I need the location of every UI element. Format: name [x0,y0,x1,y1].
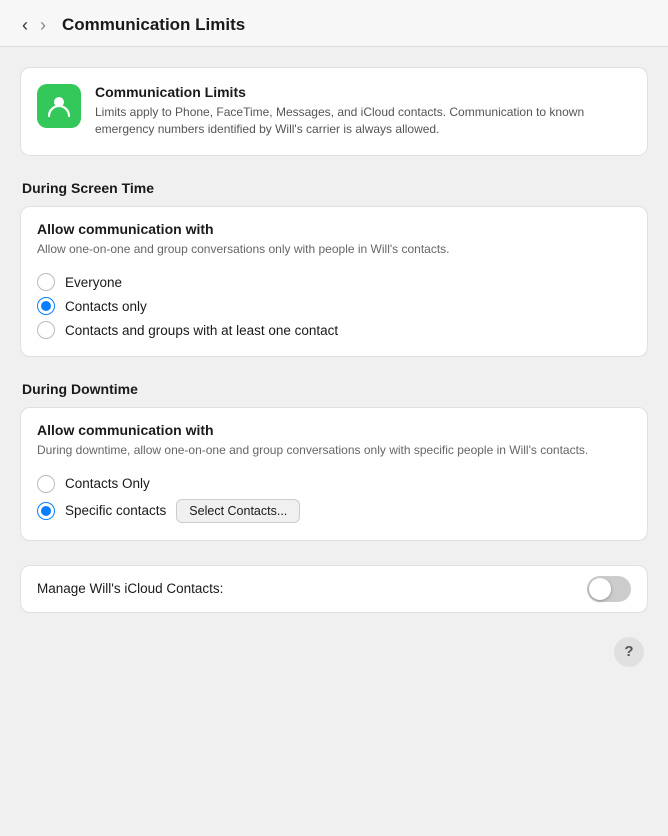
screen-time-panel-desc: Allow one-on-one and group conversations… [37,241,631,258]
header: ‹ › Communication Limits [0,0,668,47]
screen-time-radio-contacts-groups-input[interactable] [37,321,55,339]
back-button[interactable]: ‹ [16,14,34,36]
downtime-section-label: During Downtime [20,381,648,397]
select-contacts-button[interactable]: Select Contacts... [176,499,300,523]
downtime-radio-specific-contacts-label: Specific contacts [65,503,166,518]
app-card-title: Communication Limits [95,84,631,100]
manage-icloud-row: Manage Will's iCloud Contacts: [20,565,648,613]
app-icon [37,84,81,128]
app-card-description: Limits apply to Phone, FaceTime, Message… [95,104,631,139]
downtime-radio-specific-contacts-row: Specific contacts Select Contacts... [37,496,631,526]
help-button[interactable]: ? [614,637,644,667]
help-row: ? [20,637,648,667]
app-info: Communication Limits Limits apply to Pho… [95,84,631,139]
downtime-radio-contacts-only-label: Contacts Only [65,476,150,491]
downtime-radio-specific-contacts-input[interactable] [37,502,55,520]
screen-time-panel: Allow communication with Allow one-on-on… [20,206,648,357]
downtime-panel-title: Allow communication with [37,422,631,438]
screen-time-radio-contacts-groups[interactable]: Contacts and groups with at least one co… [37,318,631,342]
screen-time-radio-contacts-only-label: Contacts only [65,299,147,314]
screen-time-radio-contacts-only[interactable]: Contacts only [37,294,631,318]
manage-icloud-label: Manage Will's iCloud Contacts: [37,581,223,596]
screen-time-radio-everyone-input[interactable] [37,273,55,291]
forward-button[interactable]: › [34,14,52,36]
content-area: Communication Limits Limits apply to Pho… [0,47,668,836]
screen-time-radio-contacts-groups-label: Contacts and groups with at least one co… [65,323,338,338]
screen-time-radio-everyone-label: Everyone [65,275,122,290]
downtime-radio-contacts-only-input[interactable] [37,475,55,493]
screen-time-section-label: During Screen Time [20,180,648,196]
screen-time-radio-contacts-only-input[interactable] [37,297,55,315]
downtime-radio-contacts-only[interactable]: Contacts Only [37,472,631,496]
screen-time-panel-title: Allow communication with [37,221,631,237]
downtime-panel: Allow communication with During downtime… [20,407,648,540]
screen-time-radio-everyone[interactable]: Everyone [37,270,631,294]
manage-icloud-toggle[interactable] [587,576,631,602]
app-card: Communication Limits Limits apply to Pho… [20,67,648,156]
downtime-panel-desc: During downtime, allow one-on-one and gr… [37,442,631,459]
communication-limits-icon [45,92,73,120]
page-title: Communication Limits [62,15,245,35]
